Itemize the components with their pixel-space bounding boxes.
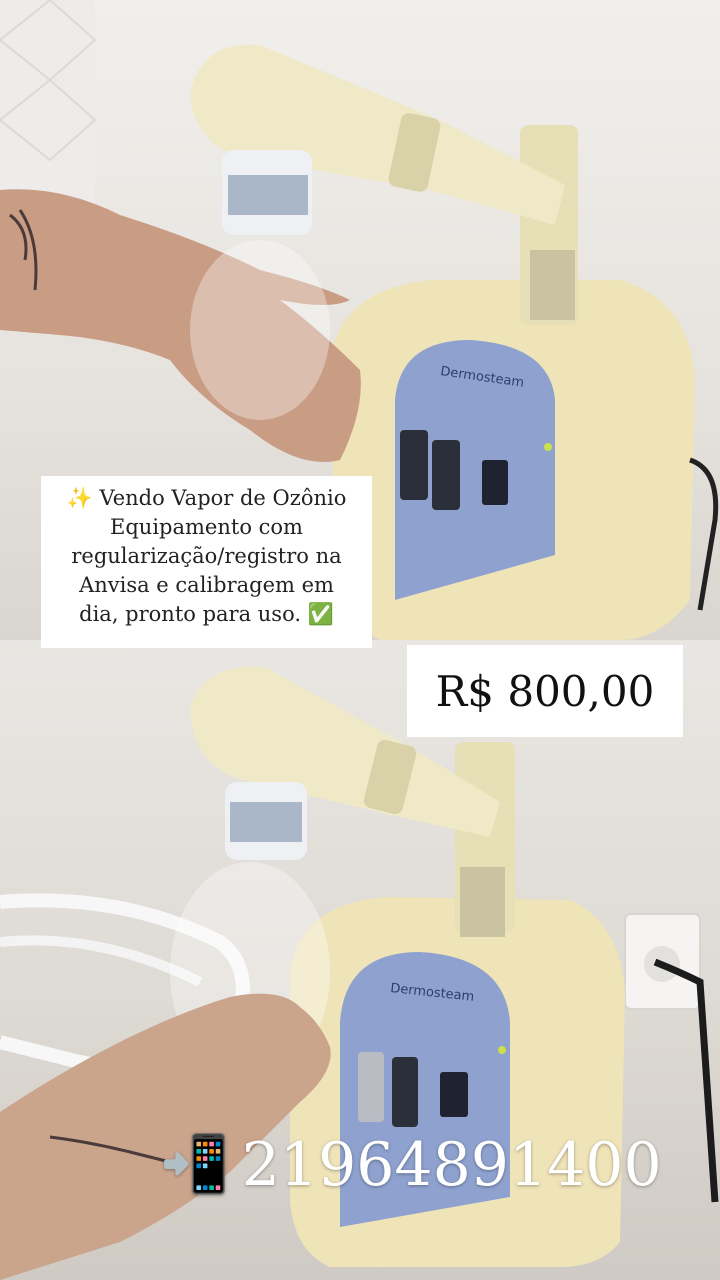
caption-line-3: regularização/registro na: [71, 544, 342, 568]
price-value: R$ 800,00: [435, 666, 655, 716]
description-text-box: ✨ Vendo Vapor de Ozônio Equipamento com …: [41, 476, 372, 648]
phone-arrow-icon: 📲: [160, 1132, 230, 1197]
caption-line-1: ✨ Vendo Vapor de Ozônio: [66, 486, 347, 510]
contact-phone: 📲 21964891400: [160, 1120, 662, 1210]
price-label: R$ 800,00: [407, 645, 683, 737]
caption-line-4: Anvisa e calibragem em: [79, 573, 334, 597]
caption-line-2: Equipamento com: [110, 515, 303, 539]
phone-number: 21964891400: [241, 1130, 662, 1200]
caption-line-5: dia, pronto para uso. ✅: [79, 602, 334, 626]
